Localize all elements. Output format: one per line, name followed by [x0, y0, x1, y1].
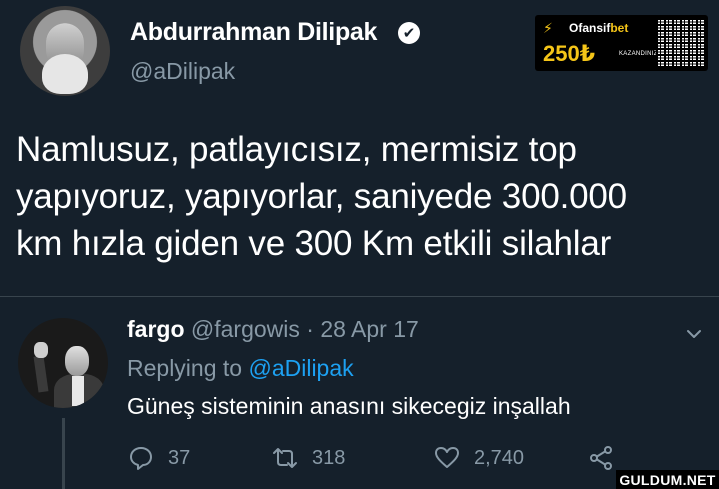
replying-prefix: Replying to	[127, 355, 249, 381]
reply-text: Güneş sisteminin anasını sikecegiz inşal…	[127, 393, 571, 419]
reply-header: fargo @fargowis · 28 Apr 17	[127, 316, 419, 343]
tweet-text: Namlusuz, patlayıcısız, mermisiz top yap…	[16, 130, 627, 263]
reply-meta[interactable]: @fargowis · 28 Apr 17	[191, 316, 419, 342]
ad-caption: KAZANDINIZ	[619, 51, 658, 57]
thread-line	[62, 418, 65, 489]
retweet-count: 318	[312, 446, 346, 469]
ad-badge[interactable]: ⚡ Ofansifbet 250₺ KAZANDINIZ	[535, 15, 708, 71]
verified-badge-icon: ✔	[398, 22, 420, 44]
ad-brand: Ofansifbet	[569, 21, 628, 35]
reply-button[interactable]: 37	[128, 444, 190, 472]
reply-icon	[130, 447, 152, 470]
reply-count: 37	[168, 446, 191, 469]
chevron-down-icon[interactable]	[686, 326, 702, 342]
like-icon	[435, 447, 459, 468]
avatar-beard	[42, 54, 88, 94]
qr-code-icon	[656, 19, 704, 67]
reply-author-name[interactable]: fargo	[127, 316, 185, 342]
ad-brand-part1: Ofansif	[569, 21, 611, 35]
replying-to: Replying to @aDilipak	[127, 355, 354, 382]
ad-amount: 250₺	[543, 41, 596, 66]
runner-icon: ⚡	[543, 20, 553, 36]
like-button[interactable]: 2,740	[434, 444, 524, 472]
retweet-icon	[273, 448, 297, 468]
retweet-button[interactable]: 318	[272, 444, 345, 472]
avatar-shirt	[72, 376, 84, 406]
reply-avatar[interactable]	[18, 318, 108, 408]
divider	[0, 296, 719, 297]
avatar-arm	[33, 355, 49, 393]
author-handle[interactable]: @aDilipak	[130, 58, 235, 85]
avatar-fist	[34, 342, 48, 358]
avatar-face	[65, 346, 89, 376]
replying-mention[interactable]: @aDilipak	[248, 355, 353, 381]
site-watermark: GULDUM.NET	[616, 470, 719, 489]
ad-brand-part2: bet	[610, 21, 629, 35]
author-avatar[interactable]	[20, 6, 110, 96]
share-button[interactable]	[588, 444, 628, 472]
share-icon	[590, 446, 612, 470]
like-count: 2,740	[474, 446, 525, 469]
author-name[interactable]: Abdurrahman Dilipak	[130, 18, 377, 47]
